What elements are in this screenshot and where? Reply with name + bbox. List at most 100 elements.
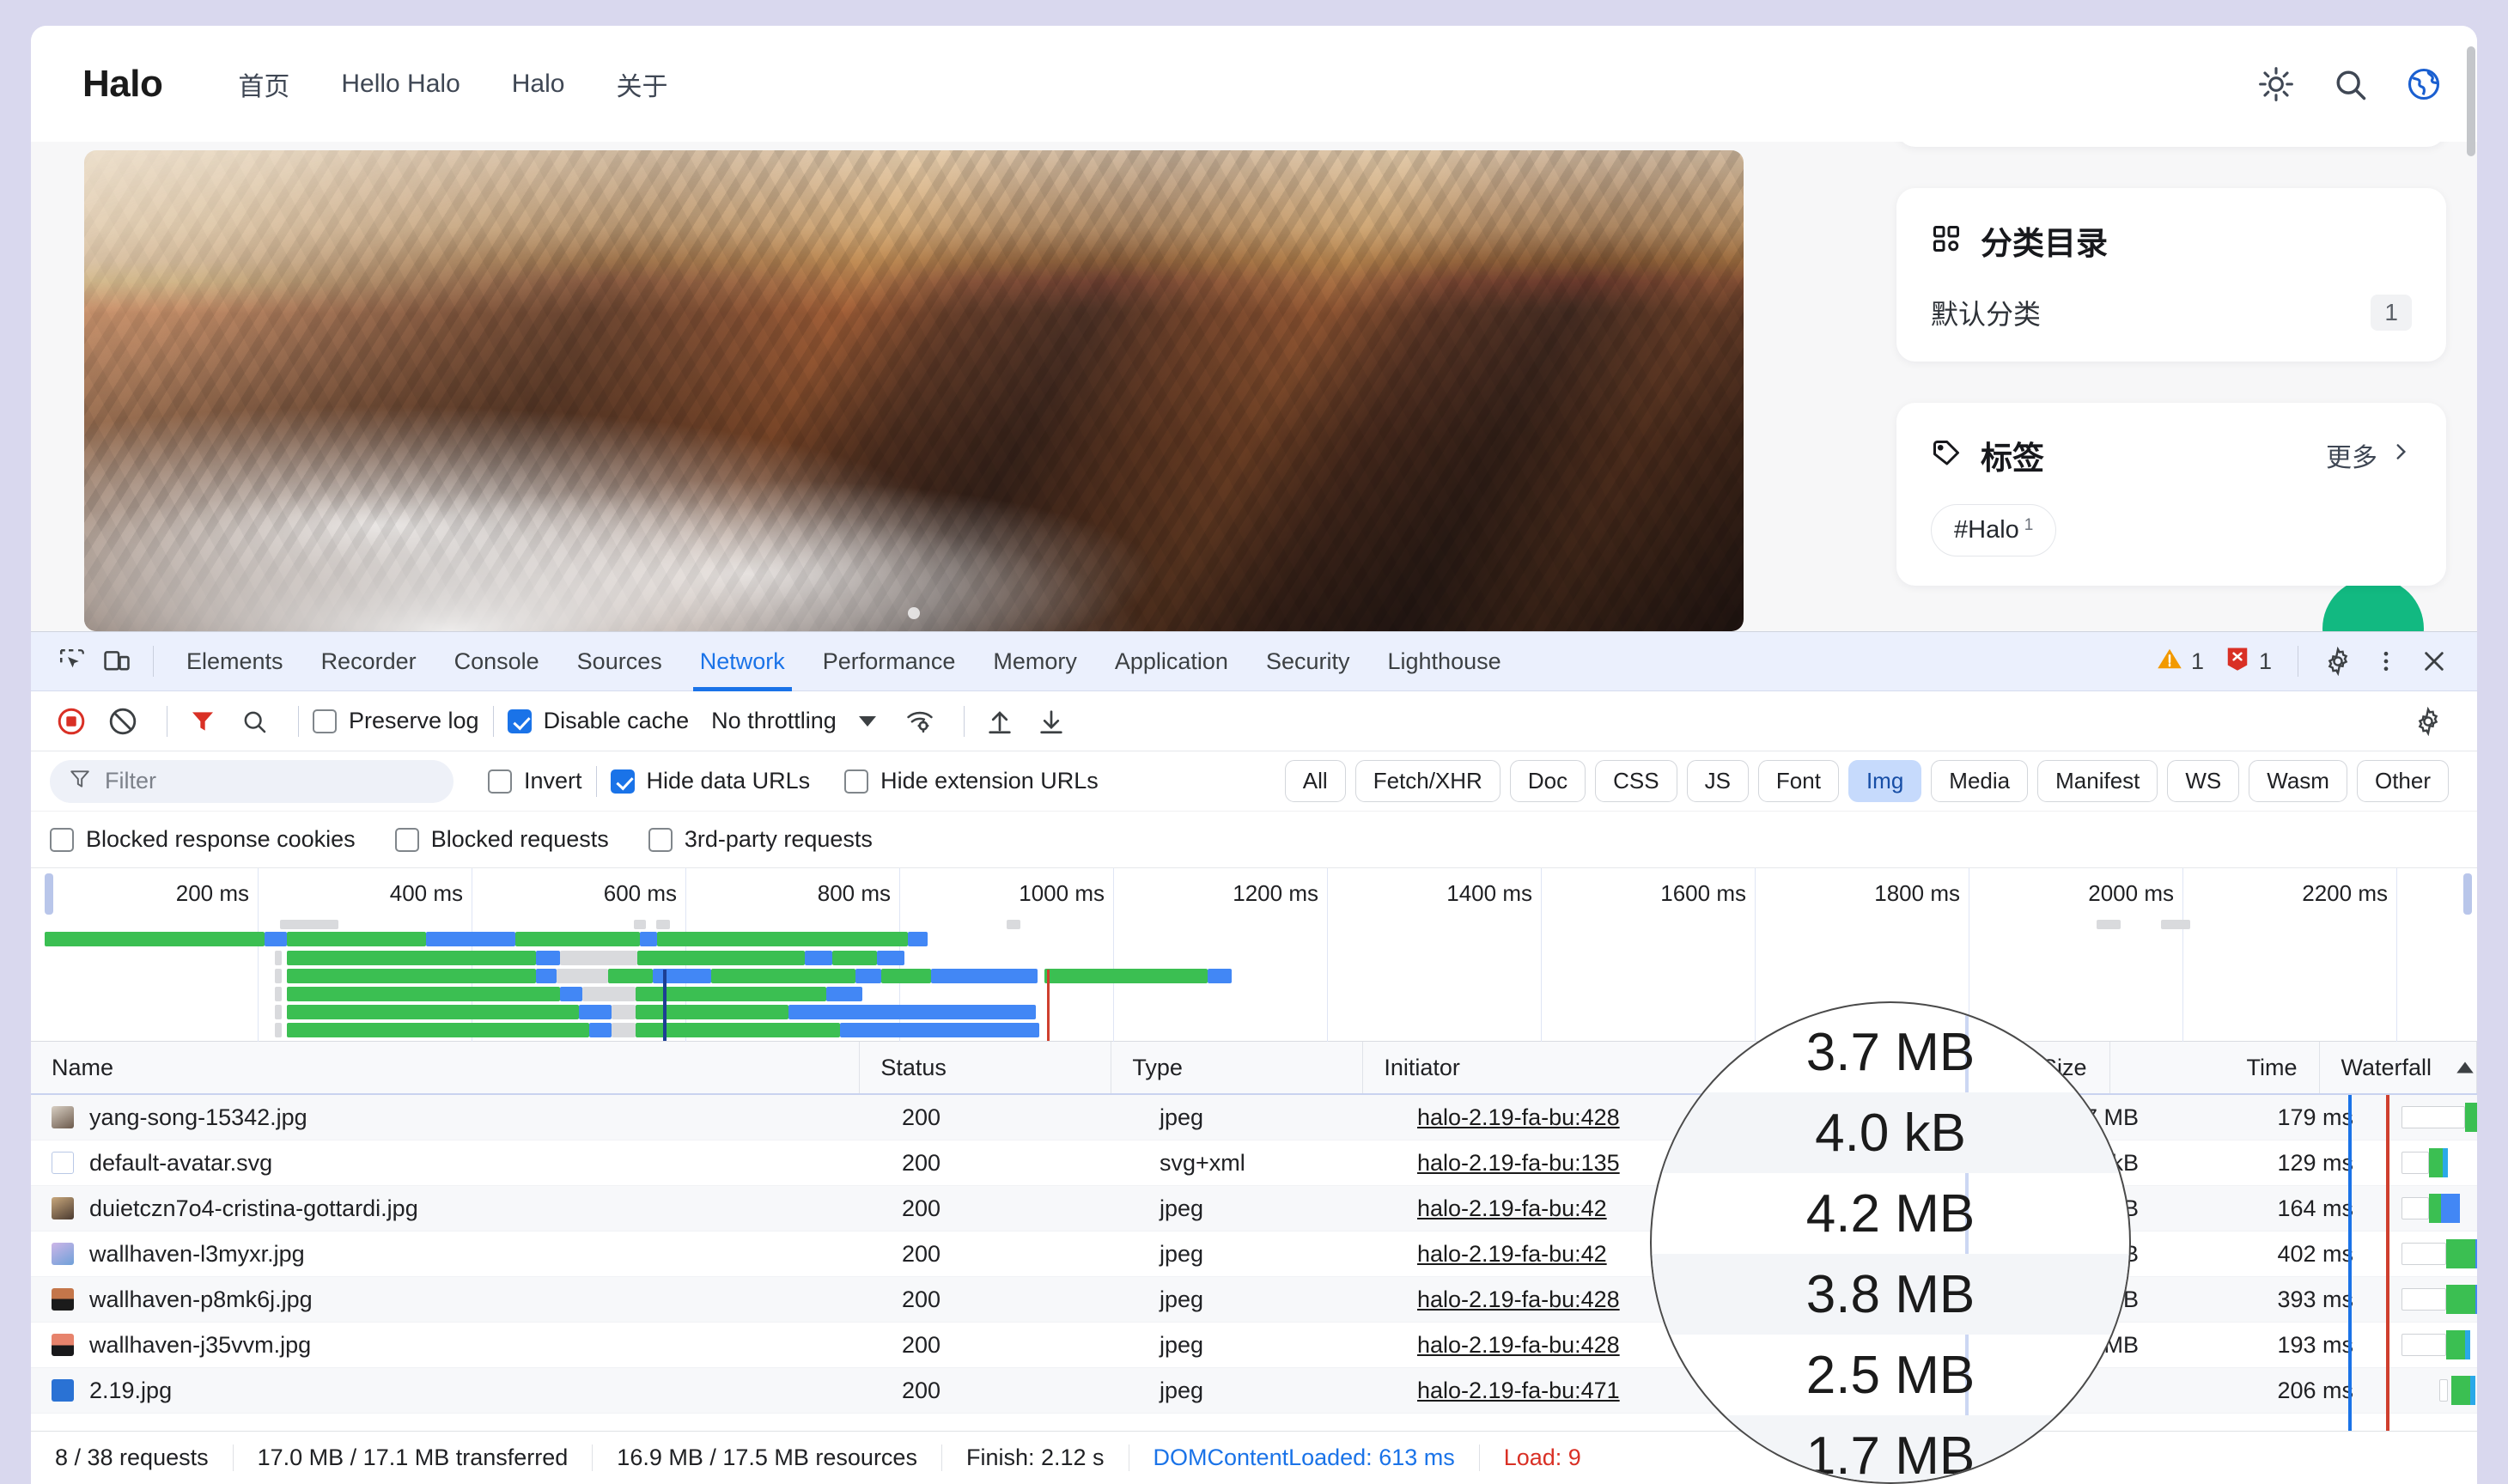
type-filter-other[interactable]: Other [2357,760,2449,802]
table-row[interactable]: wallhaven-l3myxr.jpg 200 jpeg halo-2.19-… [31,1232,2477,1277]
nav-link-hello-halo[interactable]: Hello Halo [315,70,485,99]
tab-performance[interactable]: Performance [804,632,975,691]
third-party-requests-checkbox-box[interactable] [648,828,673,852]
request-initiator[interactable]: halo-2.19-fa-bu:42 [1397,1186,1929,1231]
type-filter-all[interactable]: All [1285,760,1346,802]
device-toolbar-icon[interactable] [94,639,139,684]
page-scrollbar[interactable] [2465,26,2477,627]
table-row[interactable]: wallhaven-p8mk6j.jpg 200 jpeg halo-2.19-… [31,1277,2477,1323]
tag-chip[interactable]: #Halo 1 [1931,504,2056,556]
request-initiator[interactable]: halo-2.19-fa-bu:42 [1397,1232,1929,1276]
blocked-requests-checkbox-box[interactable] [395,828,419,852]
type-filter-img[interactable]: Img [1848,760,1921,802]
type-filter-ws[interactable]: WS [2167,760,2239,802]
blocked-response-cookies-checkbox-box[interactable] [50,828,74,852]
tab-security[interactable]: Security [1247,632,1369,691]
nav-link-home[interactable]: 首页 [212,65,315,103]
hide-data-urls-checkbox[interactable]: Hide data URLs [611,768,811,794]
request-initiator[interactable]: halo-2.19-fa-bu:428 [1397,1323,1929,1367]
sort-ascending-icon[interactable] [2454,1055,2476,1081]
filter-funnel-icon[interactable] [181,700,224,743]
request-initiator[interactable]: halo-2.19-fa-bu:135 [1397,1140,1929,1185]
preserve-log-checkbox-box[interactable] [313,709,337,733]
request-waterfall[interactable] [2376,1277,2477,1322]
table-row[interactable]: 2.19.jpg 200 jpeg halo-2.19-fa-bu:471 20… [31,1368,2477,1414]
request-initiator-link[interactable]: halo-2.19-fa-bu:471 [1417,1378,1620,1404]
request-name-cell[interactable]: wallhaven-p8mk6j.jpg [31,1277,881,1322]
hide-extension-urls-checkbox-box[interactable] [844,769,868,794]
wifi-settings-icon[interactable] [898,700,941,743]
search-icon[interactable] [233,700,276,743]
request-name-cell[interactable]: default-avatar.svg [31,1140,881,1185]
category-item[interactable]: 默认分类 1 [1931,293,2412,332]
request-initiator-link[interactable]: halo-2.19-fa-bu:42 [1417,1241,1607,1268]
tab-application[interactable]: Application [1096,632,1247,691]
tab-lighthouse[interactable]: Lighthouse [1369,632,1520,691]
request-initiator-link[interactable]: halo-2.19-fa-bu:42 [1417,1195,1607,1222]
tab-sources[interactable]: Sources [558,632,681,691]
tab-recorder[interactable]: Recorder [302,632,435,691]
request-waterfall[interactable] [2376,1323,2477,1367]
record-stop-icon[interactable] [50,700,93,743]
nav-link-about[interactable]: 关于 [590,65,693,103]
globe-icon[interactable] [2405,65,2443,103]
chevron-down-icon[interactable] [859,716,876,727]
request-waterfall[interactable] [2376,1140,2477,1185]
request-initiator-link[interactable]: halo-2.19-fa-bu:428 [1417,1332,1620,1359]
throttling-select[interactable]: No throttling [711,708,837,734]
tab-console[interactable]: Console [435,632,558,691]
column-header-initiator[interactable]: Initiator [1363,1042,1883,1093]
column-header-time[interactable]: Time [2110,1042,2321,1093]
request-waterfall[interactable] [2376,1186,2477,1231]
request-initiator[interactable]: halo-2.19-fa-bu:428 [1397,1277,1929,1322]
tag-card-more-link[interactable]: 更多 [2326,436,2412,474]
invert-checkbox-box[interactable] [488,769,512,794]
gear-icon[interactable] [2316,639,2360,684]
type-filter-css[interactable]: CSS [1595,760,1677,802]
hide-extension-urls-checkbox[interactable]: Hide extension URLs [844,768,1099,794]
upload-arrow-icon[interactable] [978,700,1021,743]
request-initiator-link[interactable]: halo-2.19-fa-bu:428 [1417,1104,1620,1131]
disable-cache-checkbox[interactable]: Disable cache [508,708,690,734]
download-arrow-icon[interactable] [1030,700,1073,743]
hero-carousel-dot[interactable] [908,607,920,619]
request-initiator-link[interactable]: halo-2.19-fa-bu:135 [1417,1150,1620,1177]
type-filter-js[interactable]: JS [1687,760,1749,802]
request-initiator[interactable]: halo-2.19-fa-bu:471 [1397,1368,1929,1413]
network-settings-gear-icon[interactable] [2407,700,2450,743]
request-waterfall[interactable] [2376,1232,2477,1276]
table-row[interactable]: wallhaven-j35vvm.jpg 200 jpeg halo-2.19-… [31,1323,2477,1368]
request-name-cell[interactable]: duietczn7o4-cristina-gottardi.jpg [31,1186,881,1231]
table-row[interactable]: duietczn7o4-cristina-gottardi.jpg 200 jp… [31,1186,2477,1232]
table-row[interactable]: default-avatar.svg 200 svg+xml halo-2.19… [31,1140,2477,1186]
type-filter-wasm[interactable]: Wasm [2249,760,2347,802]
site-logo[interactable]: Halo [82,63,162,106]
column-header-status[interactable]: Status [860,1042,1111,1093]
search-icon[interactable] [2331,65,2369,103]
sun-icon[interactable] [2257,65,2295,103]
request-initiator[interactable]: halo-2.19-fa-bu:428 [1397,1095,1929,1140]
type-filter-doc[interactable]: Doc [1510,760,1586,802]
disable-cache-checkbox-box[interactable] [508,709,532,733]
nav-link-halo[interactable]: Halo [486,70,591,99]
request-initiator-link[interactable]: halo-2.19-fa-bu:428 [1417,1286,1620,1313]
tab-network[interactable]: Network [681,632,804,691]
request-name-cell[interactable]: wallhaven-j35vvm.jpg [31,1323,881,1367]
network-overview-timeline[interactable]: 200 ms 400 ms 600 ms 800 ms 1000 ms 1200… [31,868,2477,1042]
third-party-requests-checkbox[interactable]: 3rd-party requests [648,826,873,853]
request-name-cell[interactable]: 2.19.jpg [31,1368,881,1413]
column-header-type[interactable]: Type [1111,1042,1363,1093]
warning-badge[interactable]: 1 [2148,646,2213,678]
request-waterfall[interactable] [2376,1095,2477,1140]
inspect-element-icon[interactable] [50,639,94,684]
error-badge[interactable]: 1 [2216,646,2280,678]
filter-input[interactable]: Filter [50,760,454,803]
hide-data-urls-checkbox-box[interactable] [611,769,635,794]
blocked-requests-checkbox[interactable]: Blocked requests [395,826,609,853]
tab-memory[interactable]: Memory [974,632,1096,691]
close-icon[interactable] [2412,639,2456,684]
clear-icon[interactable] [101,700,144,743]
preserve-log-checkbox[interactable]: Preserve log [313,708,479,734]
type-filter-fetchxhr[interactable]: Fetch/XHR [1355,760,1501,802]
type-filter-media[interactable]: Media [1931,760,2028,802]
